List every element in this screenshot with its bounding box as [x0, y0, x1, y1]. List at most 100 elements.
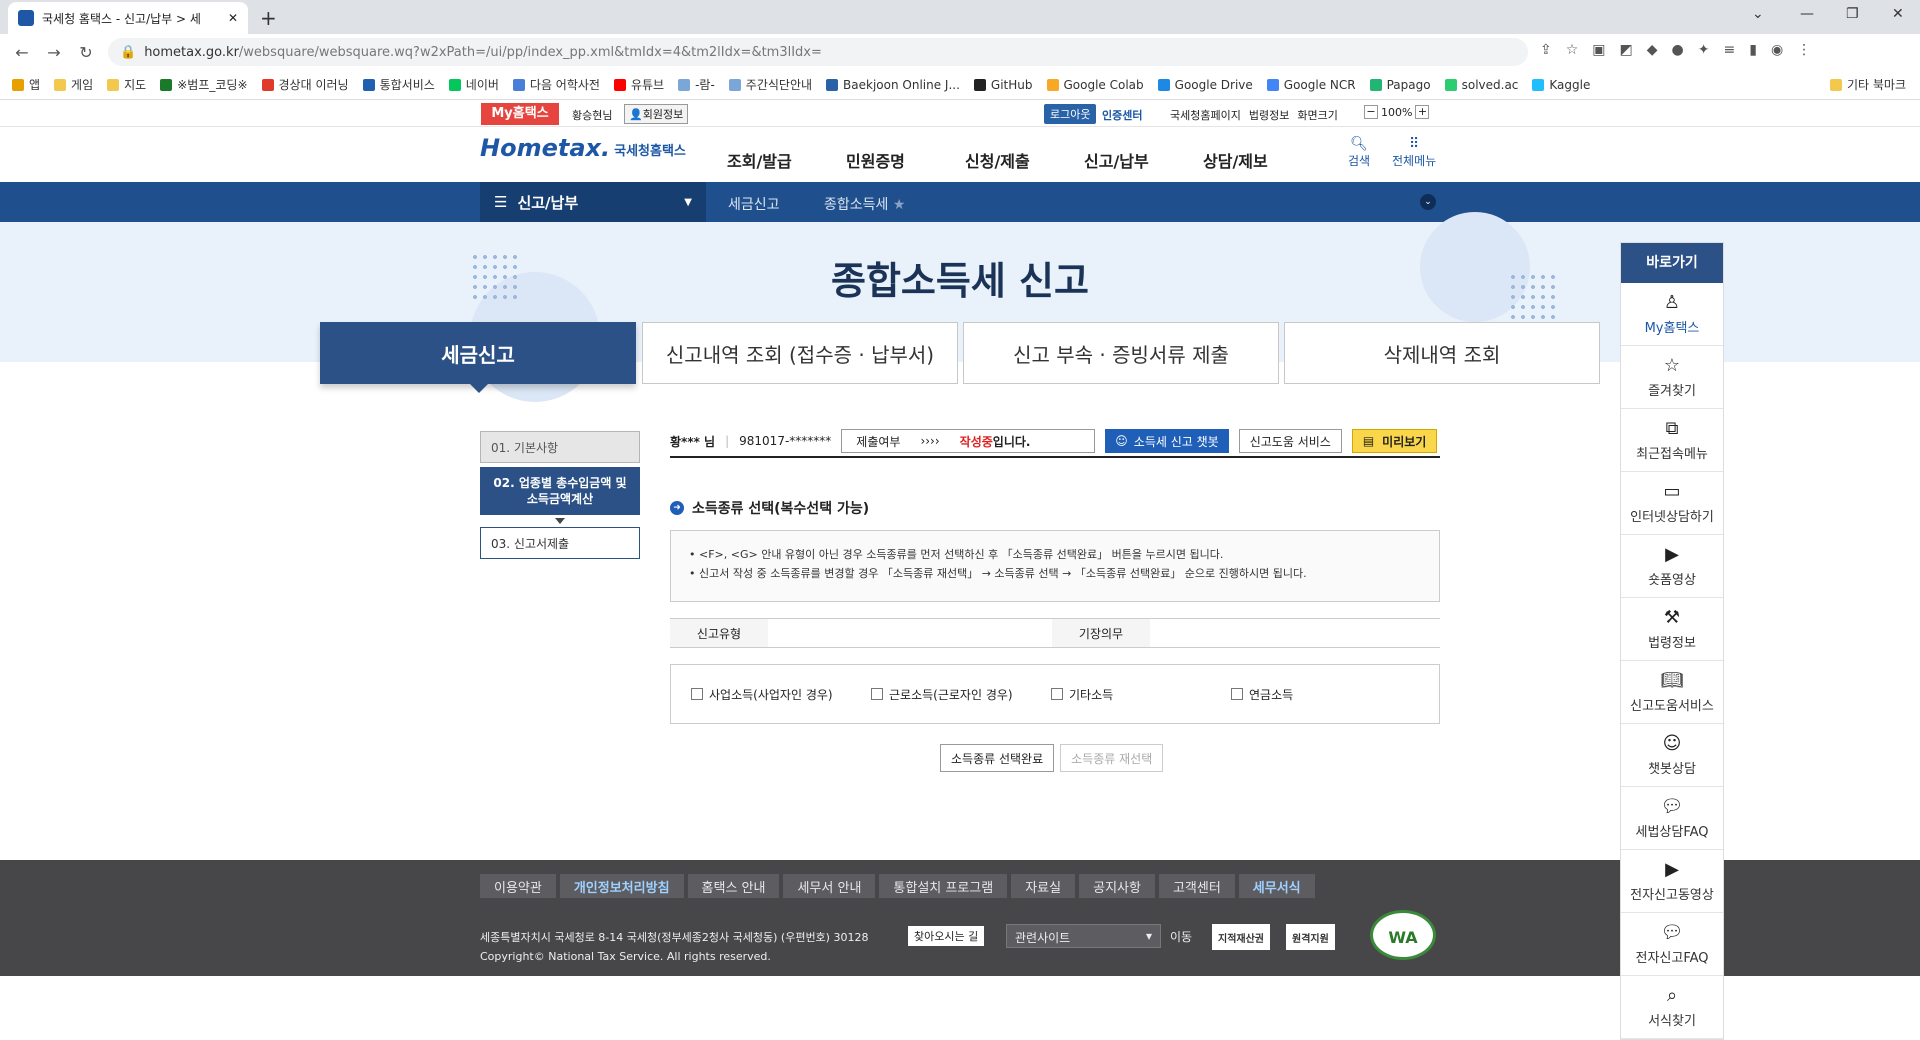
extension-icon[interactable]: ● — [1672, 42, 1684, 58]
select-done-button[interactable]: 소득종류 선택완료 — [940, 744, 1055, 772]
bookmark-item[interactable]: Google NCR — [1266, 78, 1356, 92]
gnb-item[interactable]: 신고/납부 — [1084, 148, 1203, 172]
help-service-button[interactable]: 신고도움 서비스 — [1238, 429, 1342, 453]
bookmark-item[interactable]: Google Drive — [1157, 78, 1253, 92]
chatbot-button[interactable]: ☺ 소득세 신고 챗봇 — [1105, 429, 1229, 453]
restore-button[interactable]: ❐ — [1846, 6, 1859, 22]
bookmark-item[interactable]: -람- — [678, 76, 715, 93]
check-other-income[interactable]: 기타소득 — [1051, 686, 1231, 703]
footer-link[interactable]: 자료실 — [1011, 874, 1076, 898]
menu-icon[interactable]: ⋮ — [1797, 42, 1811, 58]
current-menu-dropdown[interactable]: ☰ 신고/납부 ▼ — [480, 182, 706, 222]
cert-center-link[interactable]: 인증센터 — [1102, 107, 1142, 123]
check-earned-income[interactable]: 근로소득(근로자인 경우) — [871, 686, 1051, 703]
bookmark-item[interactable]: 다음 어학사전 — [512, 76, 600, 93]
extension-icon[interactable]: ◩ — [1620, 42, 1633, 58]
expand-chevron-icon[interactable]: ⌄ — [1420, 194, 1436, 210]
step-submit[interactable]: 03. 신고서제출 — [480, 527, 640, 559]
tab-tax-report[interactable]: 세금신고 — [320, 322, 636, 384]
close-tab-icon[interactable]: ✕ — [228, 11, 238, 25]
my-hometax-button[interactable]: My홈택스 — [481, 103, 559, 125]
tab-attachments[interactable]: 신고 부속 · 증빙서류 제출 — [963, 322, 1279, 384]
gnb-item[interactable]: 민원증명 — [846, 148, 965, 172]
puzzle-icon[interactable]: ✦ — [1698, 42, 1710, 58]
bookmark-item[interactable]: GitHub — [973, 78, 1033, 92]
footer-link[interactable]: 세무서 안내 — [783, 874, 876, 898]
zoom-in-button[interactable]: + — [1415, 105, 1430, 119]
remote-support-badge[interactable]: 원격지원 — [1286, 924, 1335, 950]
quick-recent[interactable]: ⧉ 최근접속메뉴 — [1621, 409, 1723, 472]
new-tab-button[interactable]: + — [260, 6, 277, 30]
gnb-item[interactable]: 신청/제출 — [965, 148, 1084, 172]
browser-tab[interactable]: 국세청 홈택스 - 신고/납부 > 세 ✕ — [8, 2, 248, 34]
check-pension-income[interactable]: 연금소득 — [1231, 686, 1293, 703]
forward-icon[interactable]: → — [38, 43, 70, 62]
bookmark-item[interactable]: 경상대 이러닝 — [261, 76, 349, 93]
quick-law-info[interactable]: ⚒ 법령정보 — [1621, 598, 1723, 661]
bookmark-item[interactable]: 지도 — [107, 76, 146, 93]
favorite-star-icon[interactable]: ★ — [893, 197, 906, 213]
reselect-button[interactable]: 소득종류 재선택 — [1060, 744, 1164, 772]
tab-deleted-history[interactable]: 삭제내역 조회 — [1284, 322, 1600, 384]
bookmark-item[interactable]: 앱 — [12, 76, 40, 93]
bookmark-item[interactable]: Kaggle — [1532, 78, 1590, 92]
bookmark-item[interactable]: Baekjoon Online J... — [826, 78, 960, 92]
bookmark-item[interactable]: 네이버 — [448, 76, 499, 93]
minimize-button[interactable]: — — [1800, 6, 1814, 22]
quick-chatbot[interactable]: ☺ 챗봇상담 — [1621, 724, 1723, 787]
nts-home-link[interactable]: 국세청홈페이지 — [1170, 107, 1241, 123]
footer-link[interactable]: 홈택스 안내 — [687, 874, 780, 898]
tab-report-history[interactable]: 신고내역 조회 (접수증 · 납부서) — [642, 322, 958, 384]
quick-help-service[interactable]: 📖︎ 신고도움서비스 — [1621, 661, 1723, 724]
ip-badge[interactable]: 지적재산권 — [1212, 924, 1270, 950]
quick-efiling-video[interactable]: ▶ 전자신고동영상 — [1621, 850, 1723, 913]
check-business-income[interactable]: 사업소득(사업자인 경우) — [691, 686, 871, 703]
hometax-logo[interactable]: Hometax. 국세청홈택스 — [480, 134, 686, 162]
law-info-link[interactable]: 법령정보 — [1249, 107, 1289, 123]
footer-link[interactable]: 개인정보처리방침 — [559, 874, 684, 898]
quick-favorites[interactable]: ☆ 즐겨찾기 — [1621, 346, 1723, 409]
media-icon[interactable]: ≡ — [1724, 42, 1736, 58]
bookmark-item[interactable]: Google Colab — [1046, 78, 1144, 92]
profile-icon[interactable]: ◉ — [1771, 42, 1783, 58]
step-basic[interactable]: 01. 기본사항 — [480, 431, 640, 463]
footer-link[interactable]: 통합설치 프로그램 — [879, 874, 1008, 898]
zoom-out-button[interactable]: − — [1364, 105, 1378, 119]
quick-internet-consult[interactable]: ▭ 인터넷상담하기 — [1621, 472, 1723, 535]
search-button[interactable]: 🔍︎ 검색 — [1348, 136, 1370, 169]
bookmark-item[interactable]: 게임 — [54, 76, 93, 93]
crumb-tax-report[interactable]: 세금신고 — [728, 194, 780, 214]
back-icon[interactable]: ← — [6, 43, 38, 62]
related-sites-select[interactable]: 관련사이트 ▾ — [1006, 924, 1161, 948]
url-field[interactable]: 🔒 hometax.go.kr/websquare/websquare.wq?w… — [108, 38, 1528, 66]
quick-efiling-faq[interactable]: 💬︎ 전자신고FAQ — [1621, 913, 1723, 976]
extension-icon[interactable]: ▣ — [1592, 42, 1605, 58]
reload-icon[interactable]: ↻ — [70, 43, 102, 62]
footer-link[interactable]: 고객센터 — [1158, 874, 1235, 898]
footer-link[interactable]: 이용약관 — [480, 874, 556, 898]
gnb-item[interactable]: 상담/제보 — [1203, 148, 1322, 172]
share-icon[interactable]: ⇪ — [1540, 42, 1552, 58]
all-menu-button[interactable]: ⠿ 전체메뉴 — [1392, 136, 1436, 169]
bookmark-item[interactable]: 통합서비스 — [362, 76, 435, 93]
quick-form-search[interactable]: ⌕ 서식찾기 — [1621, 976, 1723, 1039]
quick-my-hometax[interactable]: ♙ My홈택스 — [1621, 283, 1723, 346]
quick-shortform[interactable]: ▶ 숏폼영상 — [1621, 535, 1723, 598]
member-info-button[interactable]: 👤회원정보 — [624, 104, 689, 124]
bookmark-item[interactable]: 주간식단안내 — [728, 76, 812, 93]
find-way-button[interactable]: 찾아오시는 길 — [908, 926, 985, 946]
gnb-item[interactable]: 조회/발급 — [727, 148, 846, 172]
bookmark-item[interactable]: solved.ac — [1444, 78, 1518, 92]
bookmark-item[interactable]: ※범프_코딩※ — [160, 76, 248, 93]
close-window-button[interactable]: ✕ — [1892, 6, 1904, 22]
step-income-calc[interactable]: 02. 업종별 총수입금액 및 소득금액계산 — [480, 467, 640, 515]
crumb-income-tax[interactable]: 종합소득세 ★ — [824, 194, 905, 214]
checkbox[interactable] — [691, 688, 703, 700]
tab-search-icon[interactable]: ⌄ — [1752, 6, 1764, 22]
bookmark-item[interactable]: Papago — [1369, 78, 1431, 92]
checkbox[interactable] — [1231, 688, 1243, 700]
sidepanel-icon[interactable]: ▮ — [1749, 42, 1757, 58]
footer-link[interactable]: 세무서식 — [1238, 874, 1315, 898]
extension-icon[interactable]: ◆ — [1647, 42, 1658, 58]
star-icon[interactable]: ☆ — [1566, 42, 1579, 58]
